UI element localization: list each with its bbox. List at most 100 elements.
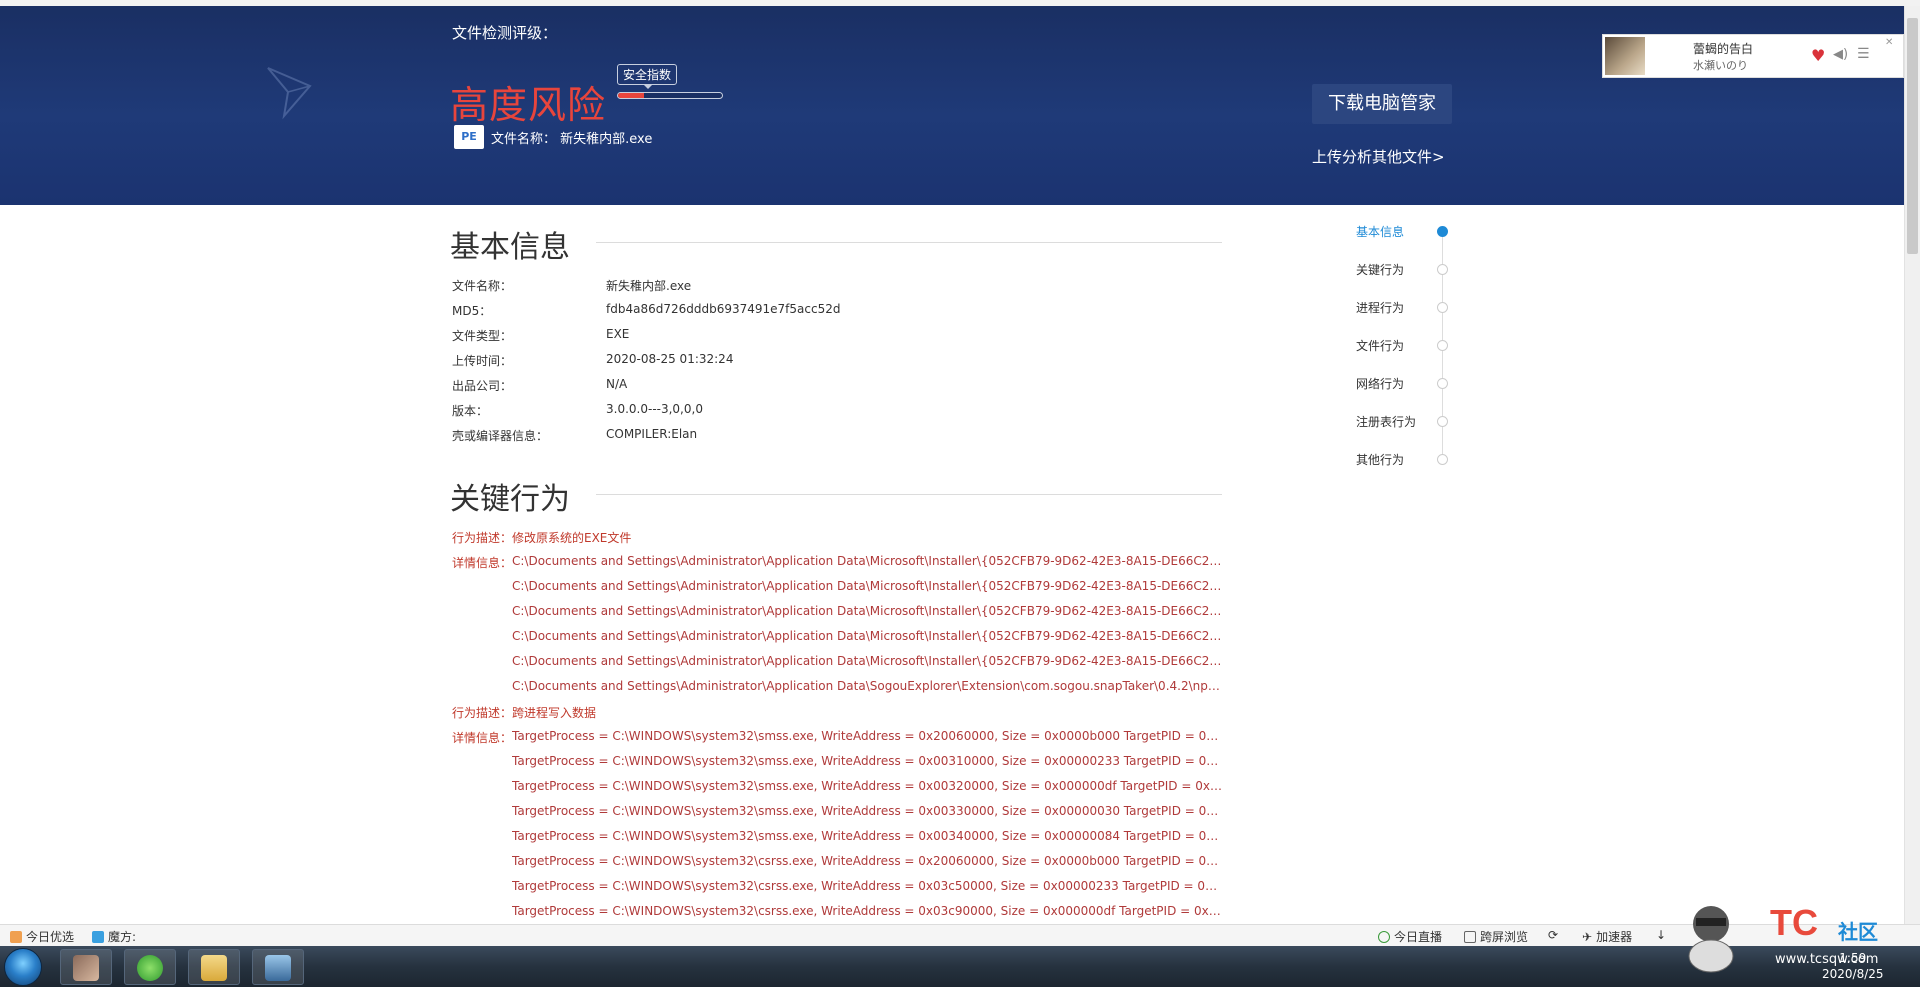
behavior-desc-label: 行为描述： — [452, 706, 513, 720]
download-pc-manager-button[interactable]: 下载电脑管家 — [1312, 84, 1452, 124]
brand-logo-icon — [267, 67, 312, 120]
behavior-desc-label: 行为描述： — [452, 531, 513, 545]
behavior-detail-line: TargetProcess = C:\WINDOWS\system32\smss… — [512, 779, 1222, 793]
behavior-detail-line: C:\Documents and Settings\Administrator\… — [512, 629, 1222, 643]
safety-index-bar — [617, 92, 723, 99]
side-nav-dot[interactable] — [1437, 454, 1448, 465]
side-nav-other-behavior[interactable]: 其他行为 — [1356, 451, 1404, 468]
section-divider — [596, 242, 1222, 243]
info-label: 版本： — [452, 404, 489, 418]
mofang-item[interactable]: 魔方: — [92, 928, 136, 945]
taskbar-app-browser[interactable] — [124, 949, 176, 985]
upload-other-file-link[interactable]: 上传分析其他文件> — [1312, 146, 1445, 167]
basic-info-title: 基本信息 — [450, 230, 570, 265]
heart-icon[interactable]: ♥ — [1811, 46, 1825, 65]
key-behavior-title: 关键行为 — [450, 482, 570, 517]
taskbar-app-monitor[interactable] — [252, 949, 304, 985]
behavior-detail-line: TargetProcess = C:\WINDOWS\system32\smss… — [512, 754, 1222, 768]
side-nav-file-behavior[interactable]: 文件行为 — [1356, 337, 1404, 354]
music-player[interactable]: 蕾蝎的告白 水瀬いのり ♥ ◀) ☰ ✕ — [1602, 34, 1904, 78]
behavior-detail-label: 详情信息： — [452, 556, 513, 570]
info-label: 上传时间： — [452, 354, 513, 368]
info-label: MD5： — [452, 304, 492, 318]
photo-app-icon — [73, 955, 99, 981]
accelerator-label: 加速器 — [1596, 930, 1633, 944]
phone-icon — [1464, 931, 1476, 943]
gift-icon — [10, 931, 22, 943]
side-nav-dot[interactable] — [1437, 378, 1448, 389]
section-divider — [596, 494, 1222, 495]
side-nav-dot[interactable] — [1437, 302, 1448, 313]
browser-status-bar: 今日优选 魔方: 今日直播 跨屏浏览 ⟳ ✈ 加速器 ↓ — [0, 924, 1920, 946]
behavior-detail-line: C:\Documents and Settings\Administrator\… — [512, 579, 1222, 593]
today-pick-item[interactable]: 今日优选 — [10, 928, 74, 945]
side-nav-key-behavior[interactable]: 关键行为 — [1356, 261, 1404, 278]
side-nav-network-behavior[interactable]: 网络行为 — [1356, 375, 1404, 392]
behavior-detail-line: C:\Documents and Settings\Administrator\… — [512, 654, 1222, 668]
monitor-icon — [265, 955, 291, 981]
cross-screen-label: 跨屏浏览 — [1480, 930, 1529, 944]
info-value: COMPILER:Elan — [606, 427, 698, 441]
watermark-url: www.tcsqw.com — [1775, 952, 1879, 967]
behavior-detail-line: TargetProcess = C:\WINDOWS\system32\csrs… — [512, 879, 1222, 893]
behavior-detail-line: C:\Documents and Settings\Administrator\… — [512, 554, 1222, 568]
side-nav-dot[interactable] — [1437, 226, 1448, 237]
safety-index-fill — [618, 93, 644, 98]
pe-file-icon: PE — [454, 125, 484, 149]
song-title: 蕾蝎的告白 — [1693, 42, 1754, 56]
today-live-item[interactable]: 今日直播 — [1378, 928, 1442, 945]
info-value: 新失稚内部.exe — [606, 279, 692, 293]
info-label: 壳或编译器信息： — [452, 429, 549, 443]
mascot-watermark-icon — [1688, 906, 1734, 973]
cross-screen-item[interactable]: 跨屏浏览 — [1464, 928, 1528, 945]
browser-app-icon — [137, 955, 163, 981]
close-icon[interactable]: ✕ — [1885, 37, 1893, 48]
start-button[interactable] — [4, 948, 42, 986]
behavior-detail-line: TargetProcess = C:\WINDOWS\system32\smss… — [512, 829, 1222, 843]
behavior-detail-line: TargetProcess = C:\WINDOWS\system32\smss… — [512, 804, 1222, 818]
folder-icon — [201, 955, 227, 981]
playlist-icon[interactable]: ☰ — [1857, 46, 1870, 62]
refresh-icon[interactable]: ⟳ — [1548, 928, 1558, 942]
volume-icon[interactable]: ◀) — [1833, 47, 1848, 62]
cube-icon — [92, 931, 104, 943]
safety-index-tag: 安全指数 — [617, 64, 678, 89]
today-pick-label: 今日优选 — [26, 930, 75, 944]
info-value: fdb4a86d726dddb6937491e7f5acc52d — [606, 302, 841, 316]
download-icon[interactable]: ↓ — [1656, 928, 1666, 942]
info-value: 3.0.0.0---3,0,0,0 — [606, 402, 703, 416]
side-nav-registry-behavior[interactable]: 注册表行为 — [1356, 413, 1416, 430]
behavior-detail-line: C:\Documents and Settings\Administrator\… — [512, 604, 1222, 618]
mofang-label: 魔方: — [108, 930, 137, 944]
info-value: N/A — [606, 377, 628, 391]
info-value: EXE — [606, 327, 630, 341]
behavior-detail-label: 详情信息： — [452, 731, 513, 745]
rating-label: 文件检测评级： — [452, 24, 558, 42]
side-nav-dot[interactable] — [1437, 416, 1448, 427]
clock-date: 2020/8/25 — [1822, 967, 1884, 981]
side-nav-dot[interactable] — [1437, 340, 1448, 351]
windows-taskbar: 1:59 2020/8/25 — [0, 946, 1920, 987]
info-label: 出品公司： — [452, 379, 513, 393]
behavior-description: 跨进程写入数据 — [512, 706, 597, 720]
scrollbar-thumb[interactable] — [1907, 18, 1918, 254]
risk-level: 高度风险 — [450, 83, 607, 127]
side-nav-process-behavior[interactable]: 进程行为 — [1356, 299, 1404, 316]
taskbar-app-explorer[interactable] — [188, 949, 240, 985]
today-live-label: 今日直播 — [1394, 930, 1443, 944]
album-art — [1605, 37, 1645, 75]
banner-file-name: 文件名称： 新失稚内部.exe — [491, 132, 653, 147]
behavior-detail-line: TargetProcess = C:\WINDOWS\system32\csrs… — [512, 904, 1222, 918]
info-label: 文件名称： — [452, 279, 513, 293]
behavior-description: 修改原系统的EXE文件 — [512, 531, 632, 545]
info-label: 文件类型： — [452, 329, 513, 343]
watermark-tc: TC — [1770, 902, 1818, 943]
behavior-detail-line: C:\Documents and Settings\Administrator\… — [512, 679, 1222, 693]
rocket-icon: ✈ — [1582, 930, 1593, 944]
vertical-scrollbar[interactable] — [1904, 6, 1920, 924]
song-artist: 水瀬いのり — [1693, 59, 1748, 72]
taskbar-app-photo[interactable] — [60, 949, 112, 985]
side-nav-dot[interactable] — [1437, 264, 1448, 275]
accelerator-item[interactable]: ✈ 加速器 — [1582, 928, 1632, 945]
side-nav-basic-info[interactable]: 基本信息 — [1356, 223, 1404, 240]
